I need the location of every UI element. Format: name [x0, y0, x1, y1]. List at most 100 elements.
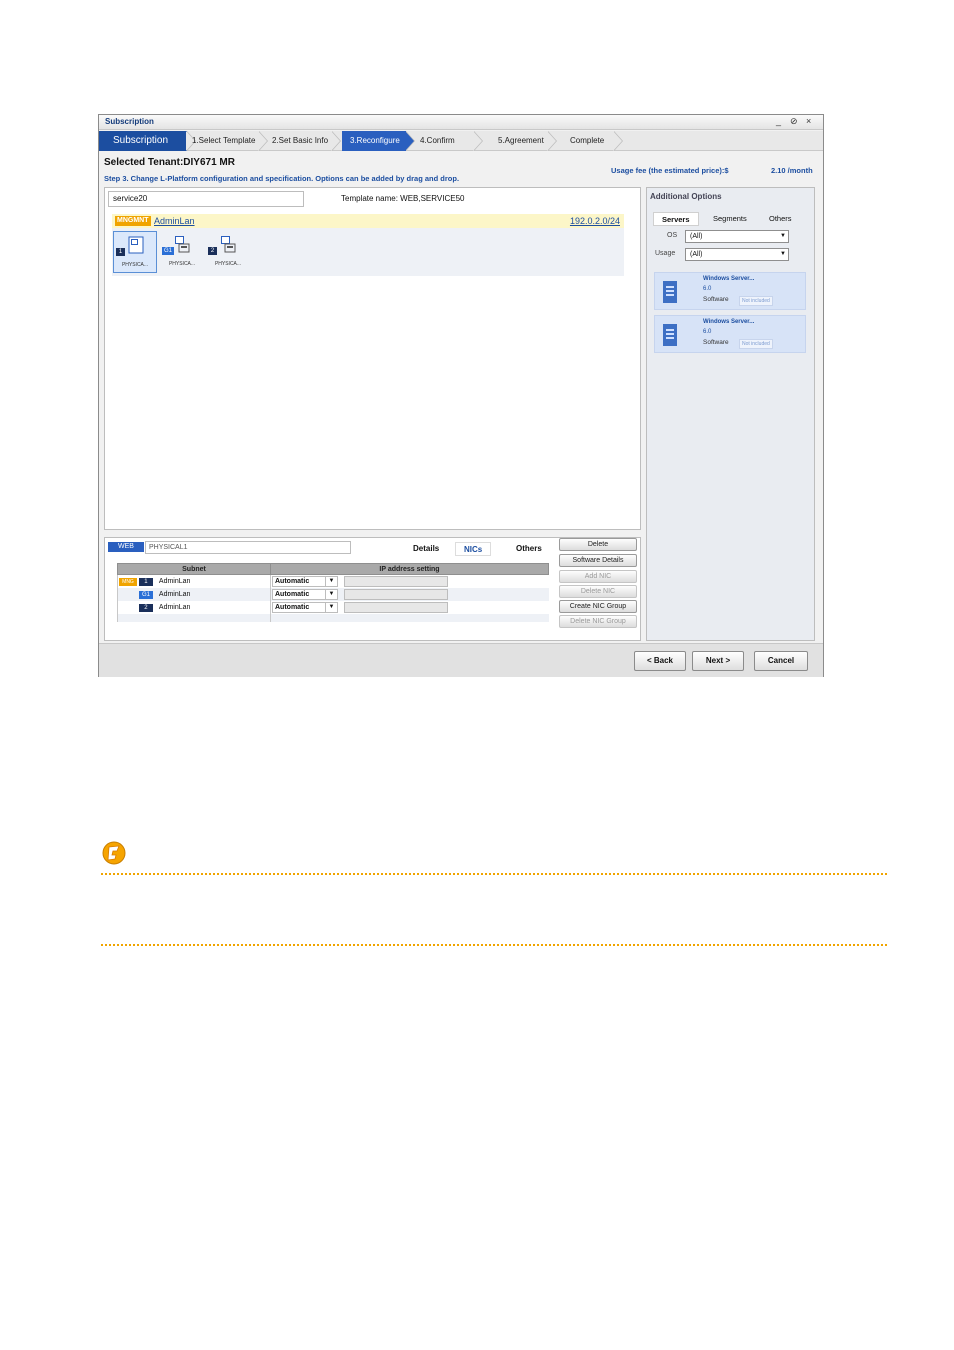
- service-name-input[interactable]: service20: [108, 191, 304, 207]
- additional-options-panel: Additional Options Servers Segments Othe…: [646, 187, 815, 641]
- table-row[interactable]: MNG 1 AdminLan Automatic ▼: [117, 574, 549, 588]
- step-complete: Complete: [570, 136, 605, 145]
- table-header: Subnet IP address setting: [117, 563, 549, 575]
- mngmnt-tag: MNGMNT: [115, 216, 151, 226]
- chevron-down-icon[interactable]: ▼: [325, 603, 337, 612]
- chevron-down-icon[interactable]: ▼: [780, 249, 786, 260]
- ip-setting-value: Automatic: [275, 591, 310, 598]
- chevron-down-icon[interactable]: ▼: [325, 590, 337, 599]
- ip-setting-select[interactable]: Automatic ▼: [272, 589, 338, 600]
- step-separator: [258, 131, 269, 151]
- option-name: Windows Server...: [703, 319, 755, 325]
- tab-options-others[interactable]: Others: [769, 212, 792, 226]
- step-separator: [473, 131, 484, 151]
- server-node[interactable]: 1 PHYSICA...: [113, 231, 157, 273]
- ip-address-input[interactable]: [343, 589, 448, 600]
- title-bar: Subscription _ ⊘ ×: [99, 115, 823, 130]
- subnet-name: AdminLan: [158, 591, 191, 599]
- server-label: PHYSICA...: [121, 262, 149, 268]
- tab-others[interactable]: Others: [508, 542, 550, 556]
- option-software-label: Software: [703, 339, 729, 346]
- ip-address-input[interactable]: [343, 602, 448, 613]
- ip-setting-cell: Automatic ▼: [270, 574, 549, 588]
- usage-label: Usage: [655, 250, 676, 257]
- chevron-down-icon[interactable]: ▼: [325, 577, 337, 586]
- minimize-button[interactable]: _: [776, 116, 781, 126]
- mng-tag: MNG: [119, 577, 137, 586]
- ip-setting-select[interactable]: Automatic ▼: [272, 576, 338, 587]
- delete-nic-group-button[interactable]: Delete NIC Group: [559, 615, 637, 628]
- subnet-cell: G1 AdminLan: [117, 588, 271, 601]
- ip-setting-value: Automatic: [275, 578, 310, 585]
- ip-address-input[interactable]: [343, 576, 448, 587]
- configuration-canvas[interactable]: service20 Template name: WEB,SERVICE50 M…: [104, 187, 641, 530]
- server-option-card[interactable]: Windows Server... 6.0 Software Not inclu…: [654, 272, 806, 310]
- wizard-head: Subscription: [99, 131, 187, 151]
- restore-button[interactable]: ⊘: [790, 116, 798, 127]
- note-divider-bottom: [101, 944, 887, 946]
- segment-header: MNGMNT AdminLan 192.0.2.0/24: [112, 214, 624, 228]
- note-divider-top: [101, 873, 887, 875]
- option-software-label: Software: [703, 296, 729, 303]
- delete-nic-button[interactable]: Delete NIC: [559, 585, 637, 598]
- table-row[interactable]: G1 AdminLan Automatic ▼: [117, 588, 549, 601]
- cancel-button[interactable]: Cancel: [754, 651, 808, 671]
- caution-icon: [102, 841, 126, 865]
- os-select[interactable]: (All) ▼: [685, 230, 789, 243]
- tab-nics[interactable]: NICs: [455, 542, 492, 556]
- wizard-steps: Subscription 1.Select Template 2.Set Bas…: [99, 131, 823, 151]
- segment-address-link[interactable]: 192.0.2.0/24: [570, 214, 620, 228]
- wizard-footer: < Back Next > Cancel: [99, 643, 823, 677]
- segment-name-link[interactable]: AdminLan: [154, 214, 195, 228]
- add-nic-button[interactable]: Add NIC: [559, 570, 637, 583]
- server-type-tag: WEB: [108, 542, 144, 552]
- server-node[interactable]: G1 PHYSICA...: [160, 231, 204, 273]
- network-segment[interactable]: MNGMNT AdminLan 192.0.2.0/24 1 PHYSICA..…: [112, 214, 624, 276]
- step-separator: [405, 131, 416, 151]
- ip-setting-select[interactable]: Automatic ▼: [272, 602, 338, 613]
- usage-fee-value: 2.10 /month: [771, 166, 813, 175]
- chevron-down-icon[interactable]: ▼: [780, 231, 786, 242]
- server-node[interactable]: 2 PHYSICA...: [206, 231, 250, 273]
- subnet-cell: MNG 1 AdminLan: [117, 574, 271, 588]
- server-icon: [175, 236, 190, 253]
- back-button[interactable]: < Back: [634, 651, 686, 671]
- option-name: Windows Server...: [703, 276, 755, 282]
- step-separator: [331, 131, 342, 151]
- server-label: PHYSICA...: [168, 261, 196, 267]
- nic-table: Subnet IP address setting MNG 1 AdminLan…: [117, 563, 549, 622]
- usage-fee-label: Usage fee (the estimated price):$: [611, 166, 729, 175]
- step-select-template: 1.Select Template: [192, 136, 256, 145]
- option-version: 6.0: [703, 329, 712, 335]
- nic-badge: 2: [208, 247, 217, 255]
- software-details-button[interactable]: Software Details: [559, 554, 637, 567]
- subscription-window: Subscription _ ⊘ × Subscription 1.Select…: [98, 114, 824, 677]
- nic-number: G1: [138, 590, 153, 599]
- window-title: Subscription: [105, 117, 154, 126]
- close-button[interactable]: ×: [806, 116, 811, 126]
- step-separator: [547, 131, 558, 151]
- usage-select[interactable]: (All) ▼: [685, 248, 789, 261]
- os-value: (All): [690, 233, 703, 240]
- tab-details[interactable]: Details: [405, 542, 447, 556]
- server-icon: [128, 236, 144, 254]
- ip-setting-value: Automatic: [275, 604, 310, 611]
- next-button[interactable]: Next >: [692, 651, 744, 671]
- step-reconfigure: 3.Reconfigure: [342, 131, 406, 151]
- server-icon: [221, 236, 236, 253]
- ip-setting-cell: Automatic ▼: [270, 588, 549, 601]
- subnet-name: AdminLan: [158, 578, 191, 586]
- subnet-cell: 2 AdminLan: [117, 601, 271, 614]
- table-row[interactable]: 2 AdminLan Automatic ▼: [117, 601, 549, 614]
- server-name-field[interactable]: PHYSICAL1: [145, 541, 351, 554]
- tab-servers[interactable]: Servers: [653, 212, 699, 226]
- server-label: PHYSICA...: [214, 261, 242, 267]
- empty-cell: [270, 614, 549, 622]
- delete-button[interactable]: Delete: [559, 538, 637, 551]
- subnet-name: AdminLan: [158, 604, 191, 612]
- create-nic-group-button[interactable]: Create NIC Group: [559, 600, 637, 613]
- tab-segments[interactable]: Segments: [713, 212, 747, 226]
- option-version: 6.0: [703, 286, 712, 292]
- server-option-card[interactable]: Windows Server... 6.0 Software Not inclu…: [654, 315, 806, 353]
- options-title: Additional Options: [650, 192, 722, 201]
